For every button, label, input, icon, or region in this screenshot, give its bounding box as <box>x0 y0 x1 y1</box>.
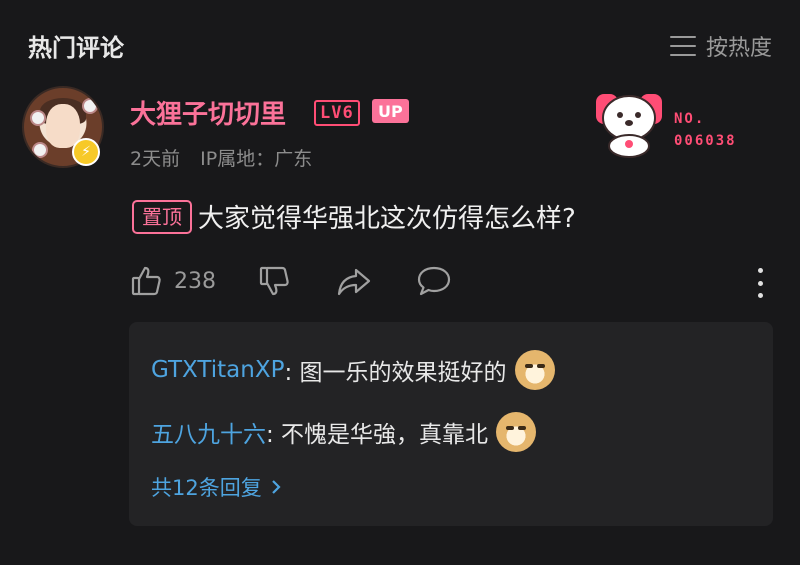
more-replies-label: 共12条回复 <box>151 476 262 500</box>
share-button[interactable] <box>336 264 372 298</box>
more-options-icon[interactable] <box>756 268 764 298</box>
like-button[interactable]: 238 <box>130 264 216 298</box>
section-title: 热门评论 <box>28 34 124 62</box>
comment-meta: 2天前 IP属地：广东 <box>130 144 312 171</box>
reply-text: : 图一乐的效果挺好的 <box>284 360 507 386</box>
reply-button[interactable] <box>416 264 452 298</box>
fan-number: NO. 006038 <box>674 111 737 149</box>
ip-location: IP属地：广东 <box>200 148 313 170</box>
view-all-replies-link[interactable]: 共12条回复 <box>151 472 282 502</box>
comment-content: 置顶 大家觉得华强北这次仿得怎么样? <box>132 198 576 235</box>
reply-item[interactable]: 五八九十六 : 不愧是华強，真靠北 <box>151 412 537 452</box>
comment-text: 大家觉得华强北这次仿得怎么样? <box>198 204 576 234</box>
lightning-badge-icon: ⚡ <box>72 138 100 166</box>
share-icon <box>337 268 371 296</box>
reply-username[interactable]: 五八九十六 <box>151 415 266 449</box>
reply-username[interactable]: GTXTitanXP <box>151 357 284 383</box>
level-badge: LV6 <box>314 100 360 126</box>
comment-time: 2天前 <box>130 148 181 170</box>
thumb-down-icon <box>259 266 289 296</box>
pinned-tag: 置顶 <box>132 199 192 234</box>
doge-emoji-icon <box>496 412 537 452</box>
reply-preview-panel: GTXTitanXP : 图一乐的效果挺好的 五八九十六 : 不愧是华強，真靠北… <box>129 322 773 526</box>
comment-bubble-icon <box>417 266 451 296</box>
sort-button[interactable]: 按热度 <box>669 30 772 62</box>
reply-text: : 不愧是华強，真靠北 <box>266 422 489 448</box>
up-badge: UP <box>372 99 409 123</box>
thumb-up-icon <box>131 266 161 296</box>
fan-mascot-icon <box>596 94 662 158</box>
dislike-button[interactable] <box>258 264 292 298</box>
sort-label: 按热度 <box>705 36 772 61</box>
username[interactable]: 大狸子切切里 <box>130 94 286 131</box>
like-count: 238 <box>174 268 216 294</box>
doge-emoji-icon <box>514 350 555 390</box>
action-bar: 238 <box>130 264 452 298</box>
reply-item[interactable]: GTXTitanXP : 图一乐的效果挺好的 <box>151 350 555 390</box>
chevron-right-icon <box>271 480 281 494</box>
sort-lines-icon <box>669 36 696 56</box>
